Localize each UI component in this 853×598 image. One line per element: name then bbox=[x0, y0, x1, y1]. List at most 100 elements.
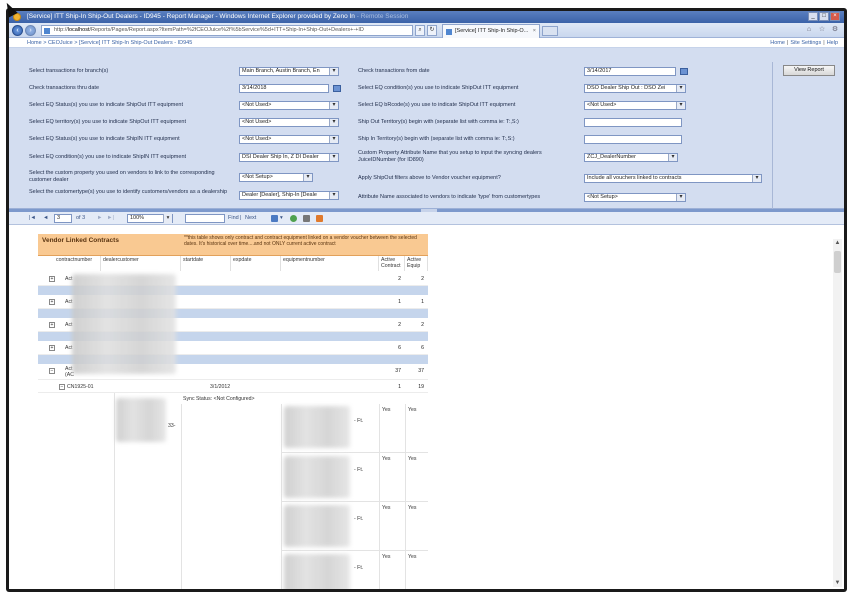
refresh-icon[interactable]: ↻ bbox=[427, 25, 437, 36]
new-tab-button[interactable] bbox=[542, 26, 558, 36]
next-page-icon[interactable]: ► bbox=[97, 212, 102, 225]
address-tools: ⌕ ↻ bbox=[415, 25, 437, 36]
zoom-select[interactable]: 100% bbox=[127, 214, 173, 223]
param-label-vendor-type-attribute: Attribute Name associated to vendors to … bbox=[358, 194, 541, 200]
param-eq-territory-shipout-select[interactable]: <Not Used> bbox=[239, 118, 339, 127]
favorites-icon[interactable]: ☆ bbox=[817, 25, 827, 35]
export-dropdown-icon[interactable]: ▾ bbox=[280, 212, 283, 225]
redacted-dealer-detail bbox=[116, 398, 166, 442]
param-label-branch: Select transactions for branch(s) bbox=[29, 68, 109, 74]
feed-icon[interactable] bbox=[316, 215, 323, 222]
param-custom-property-select[interactable]: <Not Setup> bbox=[239, 173, 313, 182]
remote-session-title: - Remote Session bbox=[356, 13, 409, 20]
param-apply-shipout-filters-select[interactable]: Include all vouchers linked to contracts bbox=[584, 174, 762, 183]
param-label-eq-status-shipout: Select EQ Status(s) you use to indicate … bbox=[29, 102, 183, 108]
find-input[interactable] bbox=[185, 214, 225, 223]
param-eq-barcode-shipout-select[interactable]: <Not Used> bbox=[584, 101, 686, 110]
maximize-icon[interactable]: □ bbox=[819, 12, 829, 21]
expand-icon[interactable]: + bbox=[49, 299, 55, 305]
param-juiceid-attribute-select[interactable]: ZCJ_DealerNumber bbox=[584, 153, 678, 162]
redacted-equipment bbox=[284, 456, 350, 498]
param-label-eq-condition-shipin: Select EQ condition(s) you use to indica… bbox=[29, 154, 187, 160]
active-contract-yes: Yes bbox=[382, 505, 391, 511]
last-page-icon[interactable]: ►| bbox=[107, 212, 114, 225]
dealer-fragment: 33- bbox=[168, 423, 176, 429]
param-from-date-input[interactable]: 3/14/2017 bbox=[584, 67, 676, 76]
scroll-down-icon[interactable]: ▼ bbox=[833, 579, 842, 587]
param-label-shipin-territory: Ship In Territory(s) begin with (separat… bbox=[358, 136, 515, 142]
param-vendor-type-attribute-select[interactable]: <Not Setup> bbox=[584, 193, 686, 202]
breadcrumb-path[interactable]: Home > CEOJuice > [Service] ITT Ship-In … bbox=[27, 40, 192, 46]
redacted-equipment bbox=[284, 505, 350, 547]
param-label-eq-territory-shipout: Select EQ territory(s) you use to indica… bbox=[29, 119, 187, 125]
forward-icon[interactable]: › bbox=[25, 25, 36, 36]
gear-icon[interactable]: ⚙ bbox=[830, 25, 840, 35]
refresh-report-icon[interactable] bbox=[290, 215, 297, 222]
collapse-icon[interactable]: − bbox=[49, 368, 55, 374]
calendar-icon[interactable] bbox=[680, 68, 688, 75]
param-eq-status-shipin-select[interactable]: <Not Used> bbox=[239, 135, 339, 144]
collapse-icon[interactable]: − bbox=[59, 384, 65, 390]
calendar-icon[interactable] bbox=[333, 85, 341, 92]
table-title: Vendor Linked Contracts bbox=[42, 237, 119, 244]
active-equip-yes: Yes bbox=[408, 505, 417, 511]
param-eq-status-shipout-select[interactable]: <Not Used> bbox=[239, 101, 339, 110]
browser-window: [Service] ITT Ship-In Ship-Out Dealers -… bbox=[9, 11, 844, 589]
view-report-button[interactable]: View Report bbox=[783, 65, 835, 76]
find-separator: | bbox=[240, 215, 242, 221]
help-link[interactable]: Help bbox=[827, 40, 838, 46]
home-icon[interactable]: ⌂ bbox=[804, 25, 814, 35]
param-label-eq-condition-shipout: Select EQ condition(s) you use to indica… bbox=[358, 85, 519, 91]
back-icon[interactable]: ‹ bbox=[12, 25, 23, 36]
equipment-ft-label: - Ft. bbox=[354, 565, 364, 571]
tab-report[interactable]: [Service] ITT Ship-In Ship-O... × bbox=[442, 24, 540, 38]
window-titlebar: [Service] ITT Ship-In Ship-Out Dealers -… bbox=[9, 11, 844, 23]
redacted-equipment bbox=[284, 554, 350, 589]
params-divider bbox=[772, 62, 773, 212]
first-page-icon[interactable]: |◄ bbox=[29, 212, 36, 225]
param-branch-select[interactable]: Main Branch, Austin Branch, En bbox=[239, 67, 339, 76]
param-thru-date-input[interactable]: 3/14/2018 bbox=[239, 84, 329, 93]
expand-icon[interactable]: + bbox=[49, 345, 55, 351]
param-label-custom-property: Select the custom property you used on v… bbox=[29, 170, 215, 183]
table-note: **this table shows only contract and con… bbox=[184, 235, 417, 247]
report-scrollbar[interactable]: ▲ ▼ bbox=[833, 239, 842, 587]
active-contract-yes: Yes bbox=[382, 407, 391, 413]
col-dealercustomer: dealercustomer bbox=[101, 256, 181, 271]
minimize-icon[interactable]: _ bbox=[808, 12, 818, 21]
expand-icon[interactable]: + bbox=[49, 322, 55, 328]
col-contractnumber: contractnumber bbox=[54, 256, 101, 271]
equipment-ft-label: - Ft. bbox=[354, 418, 364, 424]
param-shipout-territory-input[interactable] bbox=[584, 118, 682, 127]
next-link[interactable]: Next bbox=[245, 212, 256, 225]
param-eq-condition-shipin-select[interactable]: DSI Dealer Ship In, Z DI Dealer bbox=[239, 153, 339, 162]
col-startdate: startdate bbox=[181, 256, 231, 271]
tab-close-icon[interactable]: × bbox=[533, 25, 536, 38]
address-bar-row: ‹ › http://localhost/Reports/Pages/Repor… bbox=[9, 23, 844, 38]
home-link[interactable]: Home bbox=[770, 40, 785, 46]
tab-page-icon bbox=[446, 29, 452, 35]
scroll-up-icon[interactable]: ▲ bbox=[833, 239, 842, 247]
active-contract-yes: Yes bbox=[382, 456, 391, 462]
report-toolbar: |◄ ◄ 3 of 3 ► ►| 100% Find | Next ▾ bbox=[9, 212, 844, 225]
export-icon[interactable] bbox=[271, 215, 278, 222]
param-shipin-territory-input[interactable] bbox=[584, 135, 682, 144]
contract-detail-row[interactable]: − CN1925-01 3/1/2012 1 19 bbox=[38, 381, 428, 393]
address-input[interactable]: http://localhost/Reports/Pages/Report.as… bbox=[41, 25, 413, 36]
prev-page-icon[interactable]: ◄ bbox=[43, 212, 48, 225]
expand-icon[interactable]: + bbox=[49, 276, 55, 282]
site-settings-link[interactable]: Site Settings bbox=[790, 40, 821, 46]
scroll-thumb[interactable] bbox=[834, 251, 841, 273]
param-label-shipout-territory: Ship Out Territory(s) begin with (separa… bbox=[358, 119, 519, 125]
equipment-ft-label: - Ft. bbox=[354, 516, 364, 522]
window-title: [Service] ITT Ship-In Ship-Out Dealers -… bbox=[27, 13, 355, 20]
search-icon[interactable]: ⌕ bbox=[415, 25, 425, 36]
find-link[interactable]: Find bbox=[228, 212, 239, 225]
close-icon[interactable]: × bbox=[830, 12, 840, 21]
page-number-input[interactable]: 3 bbox=[54, 214, 72, 223]
param-eq-condition-shipout-select[interactable]: DSO Dealer Ship Out : DSO Zei bbox=[584, 84, 686, 93]
param-customertype-select[interactable]: Dealer [Dealer], Ship-In [Deale bbox=[239, 191, 339, 200]
redacted-dealer-block bbox=[72, 274, 176, 374]
print-icon[interactable] bbox=[303, 215, 310, 222]
page-of-label: of 3 bbox=[76, 215, 86, 221]
